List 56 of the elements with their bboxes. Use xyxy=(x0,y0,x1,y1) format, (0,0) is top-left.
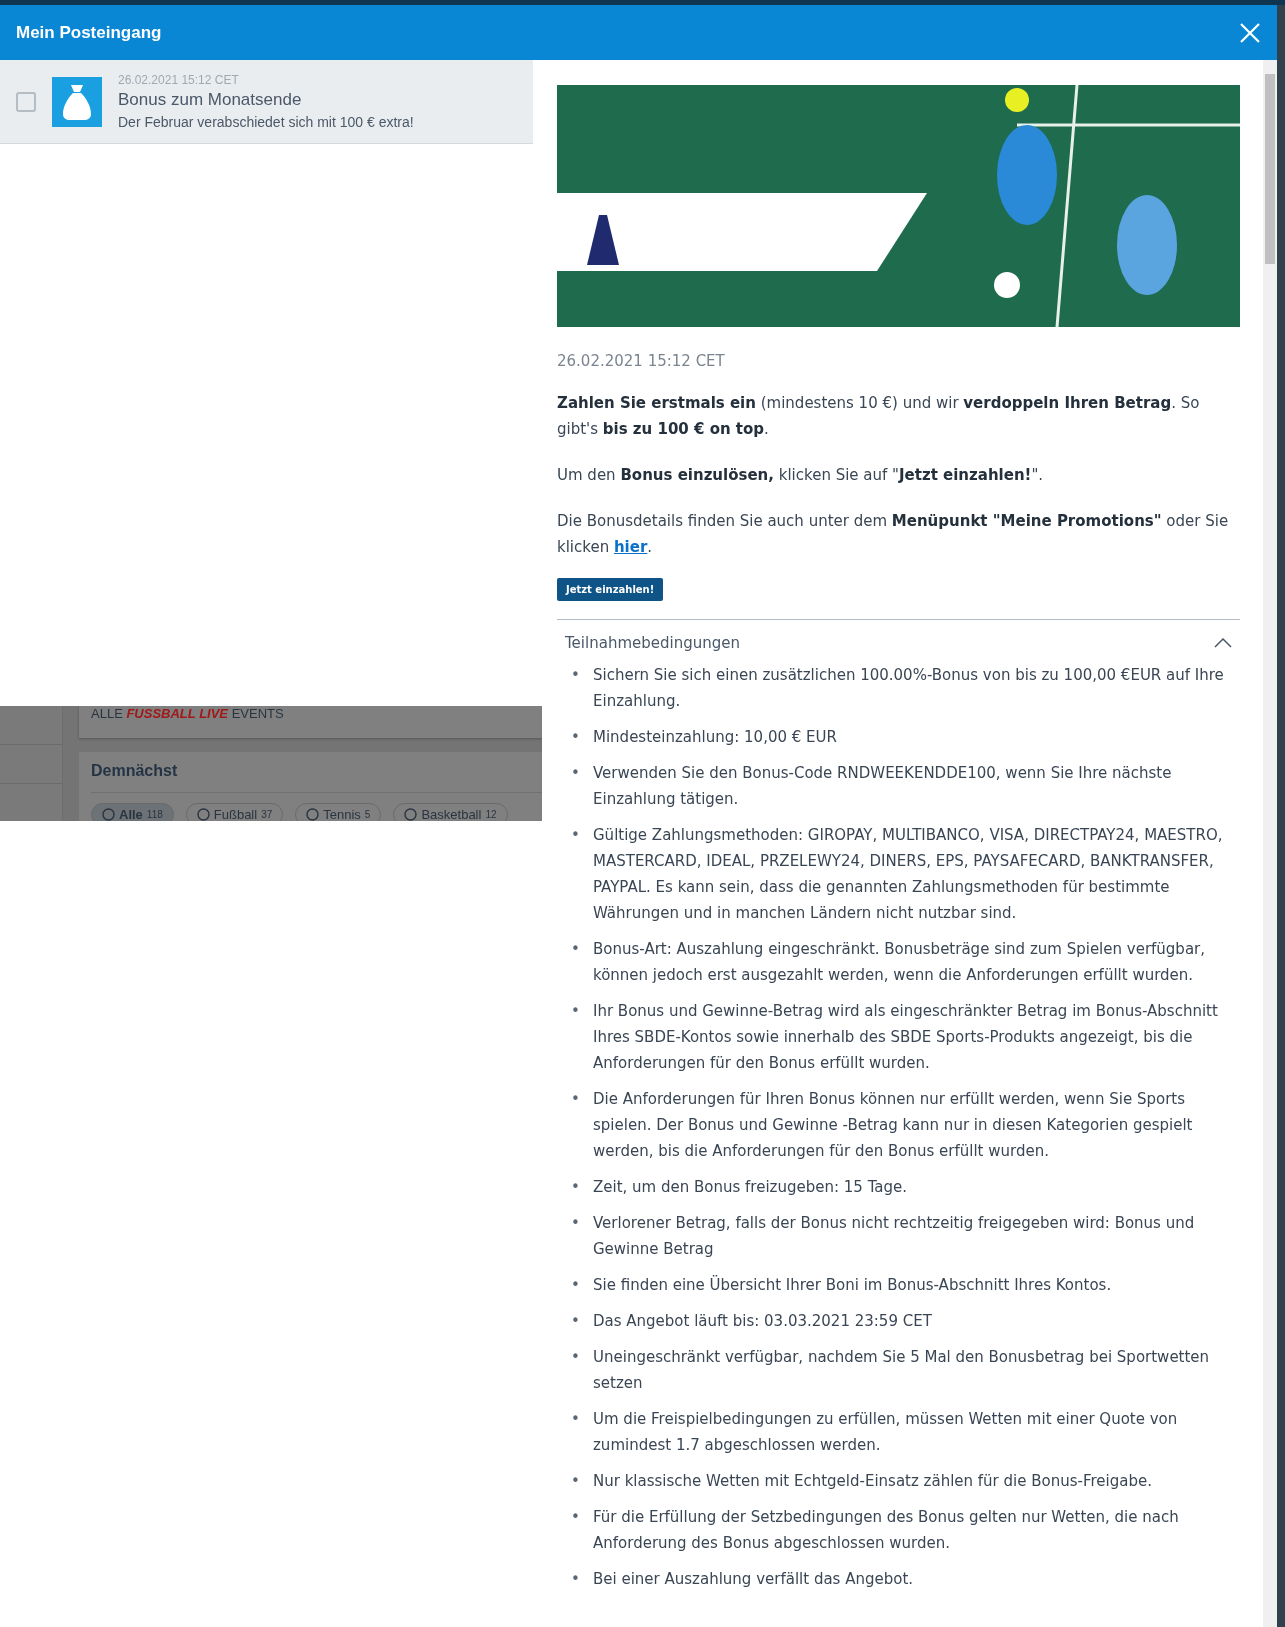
details-link[interactable]: hier xyxy=(613,538,648,556)
terms-item: Verwenden Sie den Bonus-Code RNDWEEKENDDE100, wenn Sie Ihre nächste Einzahlung tätigen. xyxy=(593,763,1173,810)
terms-item: Gültige Zahlungsmethoden: GIROPAY, MULTIBANCO, VISA, DIRECTPAY24, MAESTRO, MASTERCARD, IDEAL, PRZELEWY24, DINERS, EPS, PAYSAFECARD, BANKTRANSFER, PAYPAL. Es kann sein, dass die genannten Zahlungsmethoden für bestimmte Währungen und in manchen Ländern nicht nutzbar sind. xyxy=(593,825,1224,924)
list-bullet: • xyxy=(571,1089,581,1110)
list-bullet: • xyxy=(571,763,581,784)
terms-item: Um die Freispielbedingungen zu erfüllen, müssen Wetten mit einer Quote von zumindest 1.7 abgeschlossen werden. xyxy=(593,1409,1179,1456)
deposit-button[interactable]: Jetzt einzahlen! xyxy=(557,578,664,601)
list-bullet: • xyxy=(571,1213,581,1234)
terms-item: Sie finden eine Übersicht Ihrer Boni im Bonus-Abschnitt Ihres Kontos. xyxy=(593,1274,1113,1296)
ball-icon xyxy=(306,808,320,821)
ball-icon xyxy=(404,808,418,821)
message-item[interactable]: 26.02.2021 15:12 CET Bonus zum Monatsende Der Februar verabschiedet sich mit 100 € extra! xyxy=(0,60,533,144)
message-paragraph: Um den Bonus einzulösen, klicken Sie auf "Jetzt einzahlen!". xyxy=(557,465,1045,486)
message-date: 26.02.2021 15:12 CET xyxy=(557,352,726,370)
chevron-icon xyxy=(1214,638,1232,648)
terms-item: Sichern Sie sich einen zusätzlichen 100.00%-Bonus von bis zu 100,00 €EUR auf Ihre Einzahlung. xyxy=(593,665,1225,712)
list-bullet: • xyxy=(571,727,581,748)
money-bag-icon xyxy=(52,76,102,127)
terms-item: Uneingeschränkt verfügbar, nachdem Sie 5 Mal den Bonusbetrag bei Sportwetten setzen xyxy=(593,1347,1211,1394)
terms-item: Ihr Bonus und Gewinne-Betrag wird als eingeschränkter Betrag im Bonus-Abschnitt Ihres SBDE-Kontos sowie innerhalb des SBDE Sports-Produkts angezeigt, bis die Anforderungen für den Bonus erfüllt wurden. xyxy=(593,1001,1219,1074)
message-paragraph: Die Bonusdetails finden Sie auch unter dem Menüpunkt "Meine Promotions" oder Sie klicken hier. xyxy=(557,511,1230,558)
terms-item: Das Angebot läuft bis: 03.03.2021 23:59 CET xyxy=(593,1311,933,1332)
list-bullet: • xyxy=(571,1311,581,1332)
terms-item: Die Anforderungen für Ihren Bonus können nur erfüllt werden, wenn Sie Sports spielen. Der Bonus und Gewinne -Betrag kann nur in diesen Kategorien gespielt werden, bis die Anforderungen für den Bonus erfüllt wurden. xyxy=(593,1089,1194,1162)
checkbox[interactable] xyxy=(16,91,36,112)
list-bullet: • xyxy=(571,1275,581,1296)
message-preview: Der Februar verabschiedet sich mit 100 € extra! xyxy=(118,114,414,130)
terms-item: Bei einer Auszahlung verfällt das Angebot. xyxy=(593,1569,915,1590)
terms-item: Nur klassische Wetten mit Echtgeld-Einsatz zählen für die Bonus-Freigabe. xyxy=(593,1471,1153,1492)
list-bullet: • xyxy=(571,825,581,846)
terms-item: Bonus-Art: Auszahlung eingeschränkt. Bonusbeträge sind zum Spielen verfügbar, können jedoch erst ausgezahlt werden, wenn die Anforderungen erfüllt wurden. xyxy=(593,939,1206,986)
list-bullet: • xyxy=(571,1471,581,1492)
message-subject: Bonus zum Monatsende xyxy=(118,90,303,110)
terms-item: Mindesteinzahlung: 10,00 € EUR xyxy=(593,727,838,748)
close-icon xyxy=(1239,21,1261,44)
terms-item: Verlorener Betrag, falls der Bonus nicht rechtzeitig freigegeben wird: Bonus und Gewinne Betrag xyxy=(593,1213,1196,1260)
list-bullet: • xyxy=(571,1409,581,1430)
list-bullet: • xyxy=(571,1507,581,1528)
terms-item: Zeit, um den Bonus freizugeben: 15 Tage. xyxy=(593,1177,909,1198)
modal-title: Mein Posteingang xyxy=(16,22,162,43)
ball-icon xyxy=(196,808,210,821)
scrollbar[interactable] xyxy=(1263,60,1277,1627)
list-bullet: • xyxy=(571,939,581,960)
ball-icon xyxy=(102,808,115,821)
list-bullet: • xyxy=(571,665,581,686)
list-bullet: • xyxy=(571,1347,581,1368)
message-date: 26.02.2021 15:12 CET xyxy=(118,73,240,87)
live-events-link[interactable]: ALLE FUSSBALL LIVE EVENTS xyxy=(91,706,284,721)
terms-toggle[interactable]: Teilnahmebedingungen xyxy=(557,619,1240,652)
section-title: Demnächst xyxy=(91,752,542,793)
list-bullet: • xyxy=(571,1569,581,1590)
close-button[interactable] xyxy=(1239,21,1261,44)
list-bullet: • xyxy=(571,1177,581,1198)
terms-item: Für die Erfüllung der Setzbedingungen des Bonus gelten nur Wetten, die nach Anforderung des Bonus abgeschlossen wurden. xyxy=(593,1507,1180,1554)
message-paragraph: Zahlen Sie erstmals ein (mindestens 10 €) und wir verdoppeln Ihren Betrag. So gibt's bis zu 100 € on top. xyxy=(557,393,1201,440)
list-bullet: • xyxy=(571,1001,581,1022)
